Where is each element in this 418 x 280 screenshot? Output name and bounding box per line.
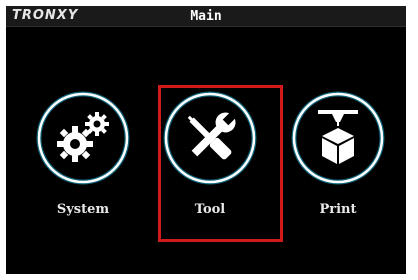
menu-label-system: System — [56, 202, 110, 217]
printer-screen: TRONXY Main System Tool Print — [6, 6, 406, 274]
page-title: Main — [190, 9, 222, 24]
menu-item-system[interactable]: System — [23, 74, 143, 234]
gears-icon — [36, 91, 130, 185]
title-bar: TRONXY Main — [6, 6, 406, 27]
menu-item-tool[interactable]: Tool — [150, 74, 270, 234]
menu-label-tool: Tool — [194, 202, 226, 217]
wrench-screwdriver-icon — [163, 91, 257, 185]
menu-item-print[interactable]: Print — [278, 74, 398, 234]
menu-label-print: Print — [319, 202, 357, 217]
printer-nozzle-cube-icon — [291, 91, 385, 185]
